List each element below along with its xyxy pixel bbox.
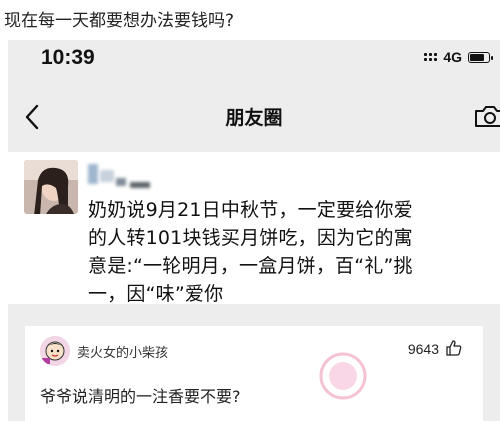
comment-card: 卖火女的小柴孩 9643 爷爷说清明的一注香要不要? bbox=[25, 326, 483, 421]
camera-icon[interactable] bbox=[474, 104, 500, 128]
moments-post: 奶奶说9月21日中秋节，一定要给你爱 的人转101块钱买月饼吃，因为它的寓 意是… bbox=[8, 152, 500, 305]
page-title: 朋友圈 bbox=[225, 107, 283, 129]
phone-screenshot: 10:39 4G 朋友圈 奶奶说9月21日中秋节，一定要给你爱 的人转101块钱… bbox=[8, 40, 500, 421]
thumbs-up-icon[interactable] bbox=[445, 339, 463, 357]
commenter-avatar[interactable] bbox=[40, 336, 70, 366]
status-time: 10:39 bbox=[41, 46, 95, 69]
signal-icon bbox=[424, 53, 438, 61]
battery-icon bbox=[468, 51, 493, 63]
post-text: 奶奶说9月21日中秋节，一定要给你爱 的人转101块钱买月饼吃，因为它的寓 意是… bbox=[88, 196, 488, 308]
avatar[interactable] bbox=[24, 160, 78, 214]
post-line: 奶奶说9月21日中秋节，一定要给你爱 bbox=[88, 199, 413, 221]
like-count: 9643 bbox=[407, 341, 439, 357]
post-line: 的人转101块钱买月饼吃，因为它的寓 bbox=[88, 227, 413, 249]
post-line: 意是:“一轮明月，一盒月饼，百“礼”挑 bbox=[88, 255, 413, 277]
post-line: 一，因“味”爱你 bbox=[88, 283, 224, 305]
battery-fill bbox=[470, 53, 484, 61]
comment-author[interactable]: 卖火女的小柴孩 bbox=[77, 342, 168, 361]
question-banner: 现在每一天都要想办法要钱吗? bbox=[0, 0, 500, 40]
comment-text: 爷爷说清明的一注香要不要? bbox=[40, 387, 241, 406]
question-text: 现在每一天都要想办法要钱吗? bbox=[4, 11, 235, 31]
watermark-stamp bbox=[313, 346, 373, 406]
network-label: 4G bbox=[443, 49, 462, 65]
status-icons: 4G bbox=[424, 49, 493, 65]
blurred-name bbox=[86, 162, 176, 188]
